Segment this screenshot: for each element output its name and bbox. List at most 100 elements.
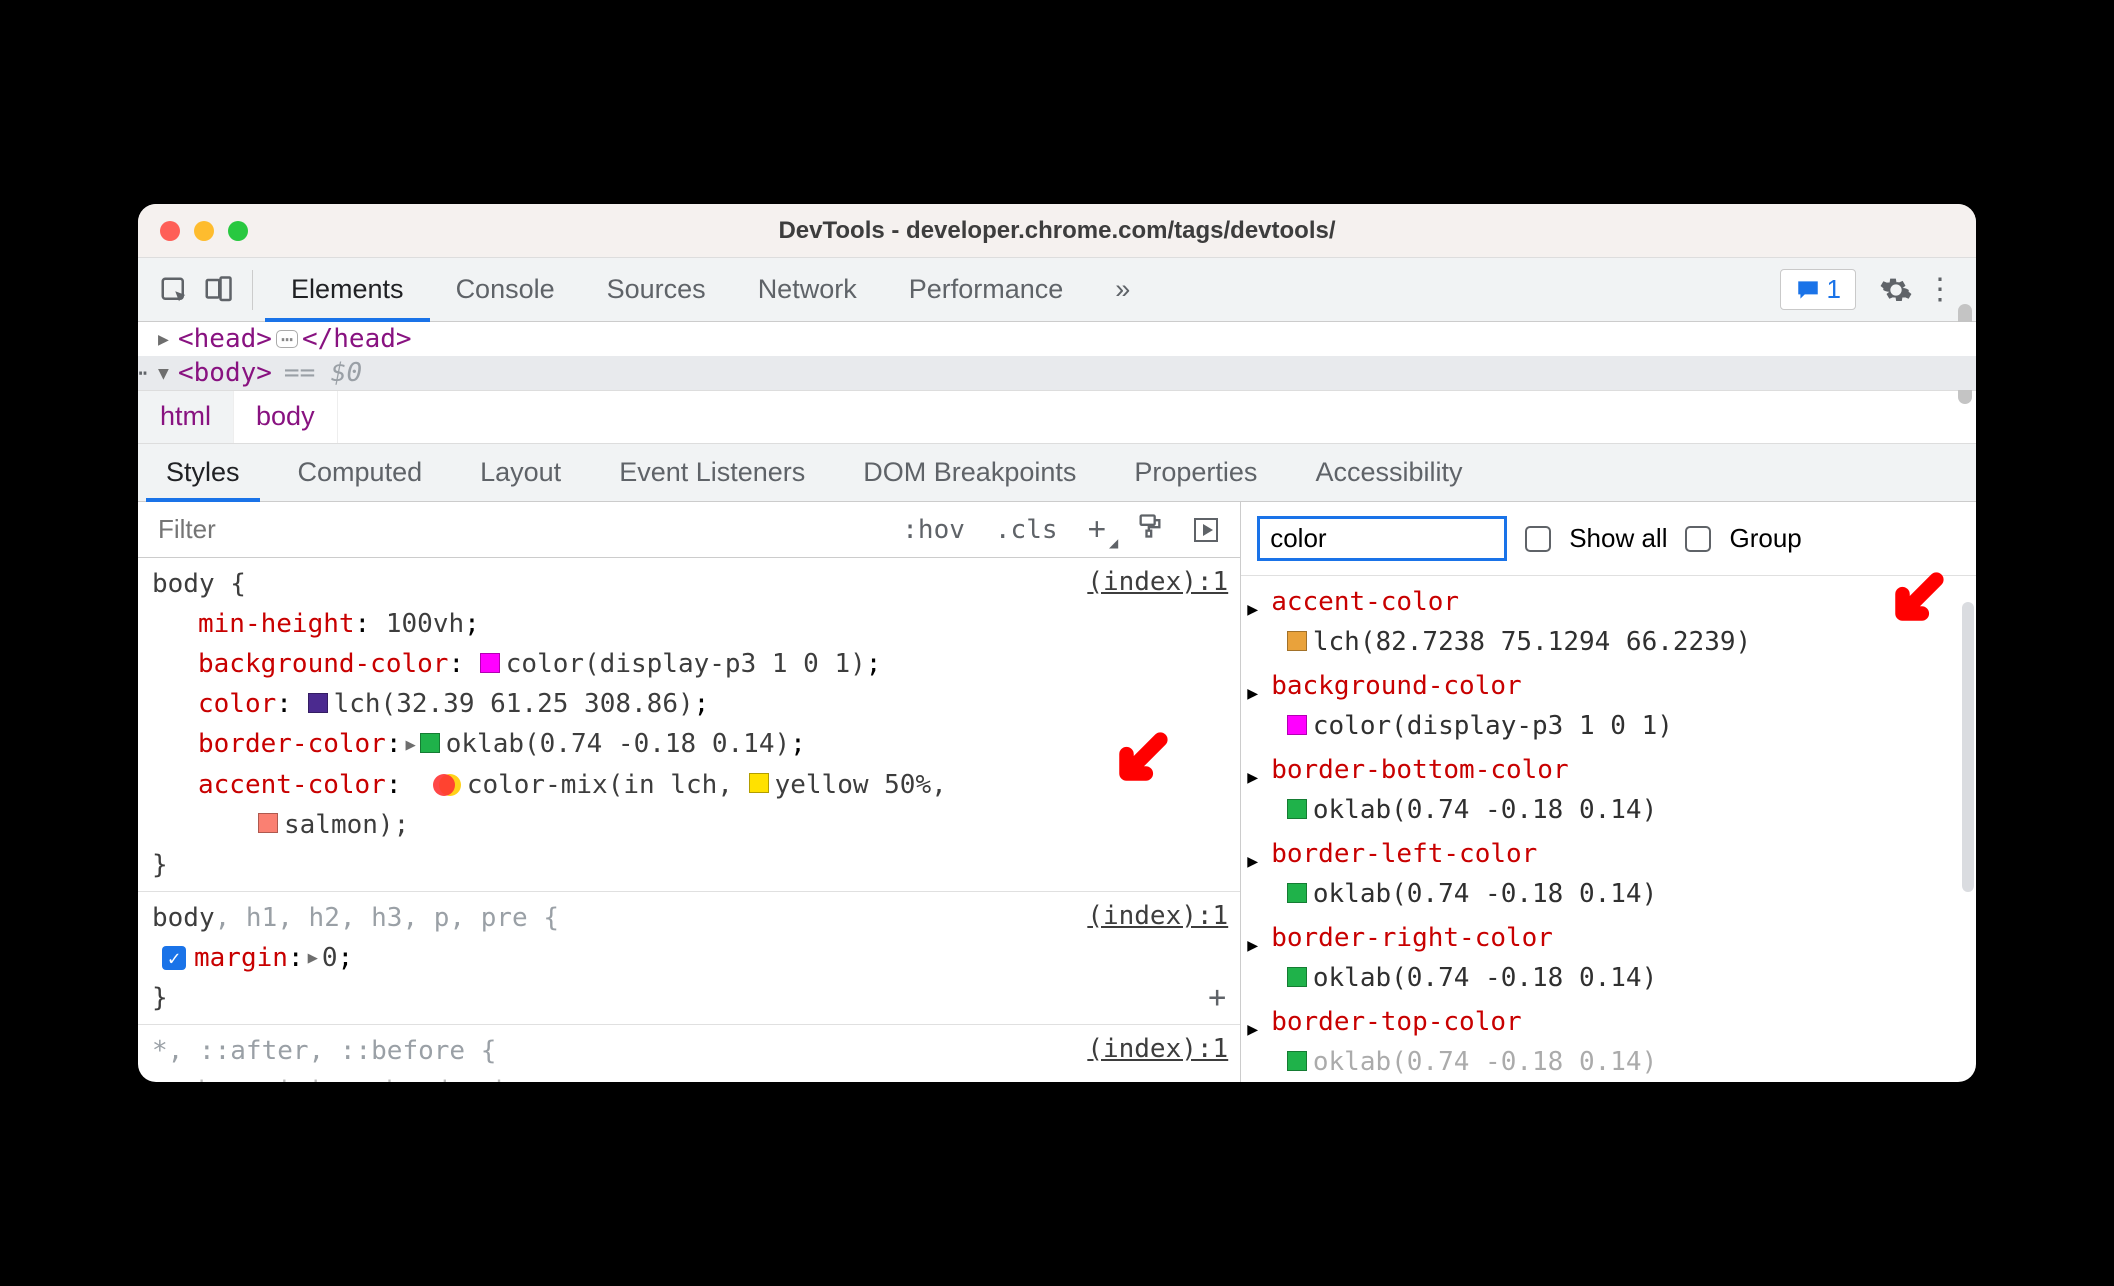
- issue-icon: [1795, 277, 1821, 303]
- expand-icon[interactable]: ▼: [158, 363, 169, 384]
- device-toggle-icon[interactable]: [196, 268, 240, 312]
- color-swatch[interactable]: [1287, 967, 1307, 987]
- subtab-styles[interactable]: Styles: [146, 444, 260, 502]
- selector[interactable]: *, ::after, ::before {: [152, 1031, 1226, 1071]
- subtab-accessibility[interactable]: Accessibility: [1295, 444, 1482, 502]
- devtools-window: DevTools - developer.chrome.com/tags/dev…: [138, 204, 1976, 1082]
- annotation-arrow-icon: [1112, 730, 1170, 788]
- decl[interactable]: color: lch(32.39 61.25 308.86);: [198, 684, 1226, 724]
- selector[interactable]: body, h1, h2, h3, p, pre {: [152, 898, 1226, 938]
- minimize-window-button[interactable]: [194, 221, 214, 241]
- computed-list: ▶accent-color lch(82.7238 75.1294 66.223…: [1241, 576, 1976, 1082]
- enable-checkbox[interactable]: ✓: [162, 946, 186, 970]
- color-swatch[interactable]: [1287, 799, 1307, 819]
- decl[interactable]: accent-color: color-mix(in lch, yellow 5…: [198, 765, 1226, 805]
- show-all-checkbox[interactable]: [1525, 526, 1551, 552]
- expand-icon[interactable]: ▶: [158, 329, 169, 350]
- decl[interactable]: min-height: 100vh;: [198, 604, 1226, 644]
- source-link[interactable]: (index):1: [1087, 896, 1228, 936]
- tab-sources[interactable]: Sources: [581, 258, 732, 322]
- inspect-icon[interactable]: [152, 268, 196, 312]
- color-swatch[interactable]: [1287, 1051, 1307, 1071]
- body-tag: <body>: [178, 358, 272, 388]
- titlebar: DevTools - developer.chrome.com/tags/dev…: [138, 204, 1976, 258]
- group-checkbox[interactable]: [1685, 526, 1711, 552]
- styles-toolbar: :hov .cls +◢: [138, 502, 1240, 558]
- computed-panel: Show all Group ▶accent-color lch(82.7238…: [1241, 502, 1976, 1082]
- source-link[interactable]: (index):1: [1087, 562, 1228, 602]
- color-swatch[interactable]: [420, 733, 440, 753]
- tab-network[interactable]: Network: [732, 258, 883, 322]
- main-toolbar: Elements Console Sources Network Perform…: [138, 258, 1976, 322]
- tabs-overflow[interactable]: »: [1089, 258, 1156, 322]
- decl[interactable]: border-color:▶oklab(0.74 -0.18 0.14);: [198, 724, 1226, 765]
- head-open: <head>: [178, 324, 272, 354]
- rule-universal[interactable]: (index):1 *, ::after, ::before { box-siz…: [138, 1025, 1240, 1082]
- computed-item[interactable]: ▶border-bottom-color oklab(0.74 -0.18 0.…: [1271, 750, 1966, 830]
- subtab-event-listeners[interactable]: Event Listeners: [599, 444, 825, 502]
- group-label: Group: [1729, 523, 1801, 554]
- expand-icon[interactable]: ▶: [1247, 1010, 1258, 1050]
- rule-body[interactable]: (index):1 body { min-height: 100vh; back…: [138, 558, 1240, 892]
- decl-cont[interactable]: salmon);: [198, 805, 1226, 845]
- computed-toggle-icon[interactable]: [1186, 518, 1226, 542]
- tab-performance[interactable]: Performance: [883, 258, 1090, 322]
- expand-icon[interactable]: ▶: [308, 938, 318, 978]
- selector[interactable]: body {: [152, 564, 1226, 604]
- subtab-layout[interactable]: Layout: [460, 444, 581, 502]
- close-window-button[interactable]: [160, 221, 180, 241]
- computed-filter-input[interactable]: [1257, 516, 1507, 561]
- subtab-properties[interactable]: Properties: [1114, 444, 1277, 502]
- color-swatch[interactable]: [480, 653, 500, 673]
- issues-badge[interactable]: 1: [1780, 269, 1856, 310]
- color-swatch[interactable]: [308, 693, 328, 713]
- issue-count: 1: [1827, 274, 1841, 305]
- crumb-body[interactable]: body: [234, 391, 338, 443]
- panels: :hov .cls +◢ (index):1 body { min-height…: [138, 502, 1976, 1082]
- expand-icon[interactable]: ▶: [406, 725, 416, 765]
- hov-toggle[interactable]: :hov: [894, 515, 973, 545]
- close-brace: }: [152, 845, 1226, 885]
- add-rule-icon[interactable]: +: [1208, 978, 1226, 1018]
- settings-icon[interactable]: [1874, 268, 1918, 312]
- color-swatch[interactable]: [749, 773, 769, 793]
- new-rule-icon[interactable]: +◢: [1080, 511, 1115, 548]
- subtab-dom-breakpoints[interactable]: DOM Breakpoints: [843, 444, 1096, 502]
- source-link[interactable]: (index):1: [1087, 1029, 1228, 1069]
- decl-faded: box-sizing: border-box;: [152, 1071, 1226, 1082]
- rule-margin[interactable]: (index):1 body, h1, h2, h3, p, pre { ✓ma…: [138, 892, 1240, 1026]
- dom-head[interactable]: ▶ <head> ⋯ </head>: [138, 322, 1976, 356]
- dom-tree[interactable]: ▶ <head> ⋯ </head> ▼ <body> == $0: [138, 322, 1976, 390]
- tab-console[interactable]: Console: [430, 258, 581, 322]
- paint-icon[interactable]: [1128, 512, 1172, 547]
- expand-icon[interactable]: ▶: [1247, 926, 1258, 966]
- cls-toggle[interactable]: .cls: [987, 515, 1066, 545]
- collapsed-icon[interactable]: ⋯: [276, 330, 298, 348]
- expand-icon[interactable]: ▶: [1247, 842, 1258, 882]
- color-swatch[interactable]: [1287, 715, 1307, 735]
- computed-item[interactable]: ▶border-right-color oklab(0.74 -0.18 0.1…: [1271, 918, 1966, 998]
- color-swatch[interactable]: [258, 813, 278, 833]
- window-title: DevTools - developer.chrome.com/tags/dev…: [778, 217, 1335, 245]
- close-brace: }: [152, 978, 1226, 1018]
- computed-item[interactable]: ▶accent-color lch(82.7238 75.1294 66.223…: [1271, 582, 1966, 662]
- subtab-computed[interactable]: Computed: [278, 444, 443, 502]
- expand-icon[interactable]: ▶: [1247, 758, 1258, 798]
- crumb-html[interactable]: html: [138, 391, 234, 443]
- computed-item[interactable]: ▶background-color color(display-p3 1 0 1…: [1271, 666, 1966, 746]
- kebab-menu-icon[interactable]: ⋮: [1918, 268, 1962, 312]
- selected-ref: == $0: [284, 358, 362, 388]
- styles-filter-input[interactable]: [152, 508, 880, 551]
- color-swatch[interactable]: [1287, 631, 1307, 651]
- expand-icon[interactable]: ▶: [1247, 674, 1258, 714]
- computed-item[interactable]: ▶border-top-color oklab(0.74 -0.18 0.14): [1271, 1002, 1966, 1082]
- decl[interactable]: background-color: color(display-p3 1 0 1…: [198, 644, 1226, 684]
- maximize-window-button[interactable]: [228, 221, 248, 241]
- dom-body[interactable]: ▼ <body> == $0: [138, 356, 1976, 390]
- color-swatch[interactable]: [1287, 883, 1307, 903]
- tab-elements[interactable]: Elements: [265, 258, 430, 322]
- computed-item[interactable]: ▶border-left-color oklab(0.74 -0.18 0.14…: [1271, 834, 1966, 914]
- color-mix-swatch[interactable]: [433, 774, 461, 796]
- expand-icon[interactable]: ▶: [1247, 590, 1258, 630]
- window-controls: [160, 221, 248, 241]
